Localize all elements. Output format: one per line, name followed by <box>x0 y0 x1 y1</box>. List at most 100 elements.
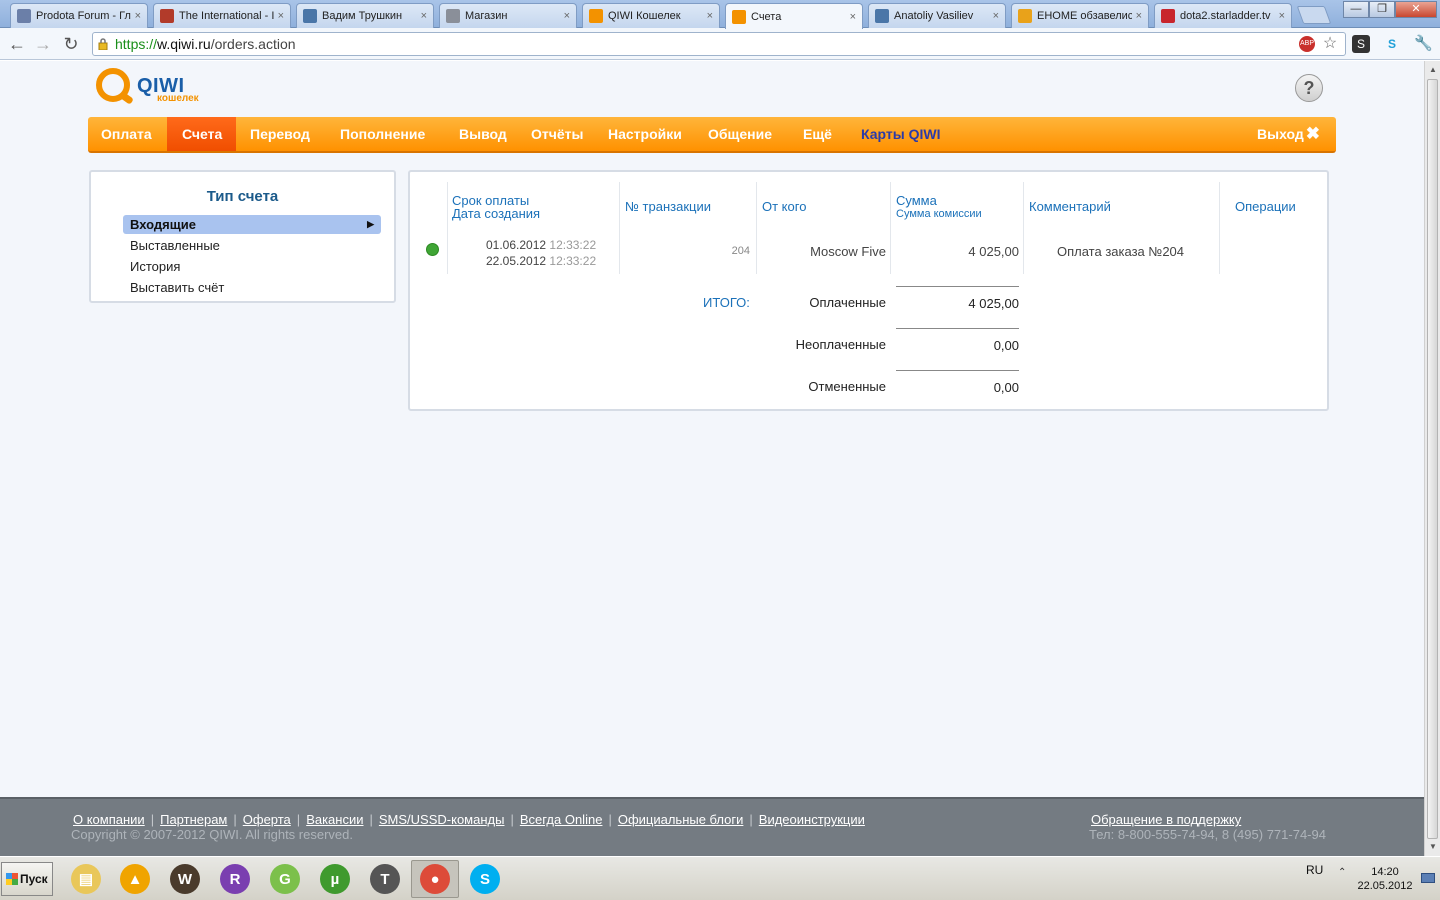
new-tab-button[interactable] <box>1296 6 1332 24</box>
skype-extension-icon[interactable]: S <box>1383 35 1401 53</box>
taskbar-app-button[interactable]: ▲ <box>111 860 159 898</box>
tab-close-icon[interactable]: × <box>850 11 856 23</box>
show-desktop-icon[interactable] <box>1421 873 1435 883</box>
created-date: 22.05.2012 <box>486 254 547 268</box>
column-divider <box>1219 182 1220 274</box>
footer-link-partners[interactable]: Партнерам <box>160 812 227 827</box>
menu-item-transfer[interactable]: Перевод <box>237 117 323 151</box>
page-scrollbar[interactable]: ▲ ▼ <box>1424 61 1440 856</box>
tab-close-icon[interactable]: × <box>707 10 713 22</box>
header-from[interactable]: От кого <box>762 200 806 213</box>
header-comment[interactable]: Комментарий <box>1029 200 1111 213</box>
browser-tab[interactable]: dota2.starladder.tv × <box>1154 3 1292 28</box>
taskbar-app-button[interactable]: G <box>261 860 309 898</box>
main-menu: Оплата Счета Перевод Пополнение Вывод От… <box>88 117 1336 153</box>
forward-arrow-icon[interactable]: → <box>32 33 54 55</box>
menu-item-topup[interactable]: Пополнение <box>327 117 438 151</box>
browser-tab-title: Магазин <box>465 10 508 22</box>
menu-item-withdraw[interactable]: Вывод <box>446 117 520 151</box>
tab-close-icon[interactable]: × <box>1279 10 1285 22</box>
taskbar-app-button[interactable]: T <box>361 860 409 898</box>
support-link[interactable]: Обращение в поддержку <box>1091 812 1241 827</box>
maximize-button[interactable]: ❐ <box>1369 1 1395 18</box>
header-transaction[interactable]: № транзакции <box>625 200 711 213</box>
tab-close-icon[interactable]: × <box>421 10 427 22</box>
tab-close-icon[interactable]: × <box>135 10 141 22</box>
footer-link-offer[interactable]: Оферта <box>243 812 291 827</box>
sidebar-item-create-invoice[interactable]: Выставить счёт <box>123 278 381 297</box>
menu-item-settings[interactable]: Настройки <box>595 117 695 151</box>
help-icon[interactable]: ? <box>1295 74 1323 102</box>
browser-tab-title: Prodota Forum - Гл <box>36 10 131 22</box>
bookmark-star-icon[interactable]: ☆ <box>1321 35 1339 53</box>
world-of-tanks-icon: T <box>370 864 400 894</box>
header-operations[interactable]: Операции <box>1235 200 1296 213</box>
qiwi-logo[interactable]: QIWI кошелек <box>96 68 206 104</box>
footer-link-blogs[interactable]: Официальные блоги <box>618 812 744 827</box>
menu-item-more[interactable]: Ещё <box>790 117 845 151</box>
totals-unpaid-label: Неоплаченные <box>795 337 886 352</box>
scroll-thumb[interactable] <box>1427 79 1438 839</box>
tab-close-icon[interactable]: × <box>1136 10 1142 22</box>
sidebar-item-incoming[interactable]: Входящие ▶ <box>123 215 381 234</box>
site-footer: О компании | Партнерам | Оферта | Вакансии | SMS… <box>0 797 1424 856</box>
extension-icon[interactable]: S <box>1352 35 1370 53</box>
tab-close-icon[interactable]: × <box>278 10 284 22</box>
scroll-up-icon[interactable]: ▲ <box>1427 63 1439 77</box>
start-button[interactable]: Пуск <box>1 862 53 896</box>
menu-item-payment[interactable]: Оплата <box>88 117 165 151</box>
wrench-icon[interactable]: 🔧 <box>1414 35 1433 53</box>
footer-link-video-guides[interactable]: Видеоинструкции <box>759 812 865 827</box>
sidebar-item-history[interactable]: История <box>123 257 381 276</box>
browser-tab[interactable]: Вадим Трушкин × <box>296 3 434 28</box>
taskbar-app-button[interactable]: W <box>161 860 209 898</box>
header-created-date-label: Дата создания <box>452 206 541 221</box>
adblock-icon[interactable]: ABP <box>1299 36 1315 52</box>
comment-text: Оплата заказа №204 <box>1057 244 1185 259</box>
totals-divider <box>896 370 1019 371</box>
footer-link-sms-ussd[interactable]: SMS/USSD-команды <box>379 812 505 827</box>
amount-value: 4 025,00 <box>968 244 1019 259</box>
logout-button[interactable]: Выход ✖ <box>1244 117 1333 151</box>
browser-tab[interactable]: Anatoliy Vasiliev × <box>868 3 1006 28</box>
taskbar-app-button[interactable]: R <box>211 860 259 898</box>
footer-link-about[interactable]: О компании <box>73 812 145 827</box>
menu-item-qiwi-cards[interactable]: Карты QIWI <box>848 117 953 151</box>
browser-tab[interactable]: The International - I × <box>153 3 291 28</box>
footer-link-vacancies[interactable]: Вакансии <box>306 812 363 827</box>
utorrent-icon: µ <box>320 864 350 894</box>
sidebar-item-issued[interactable]: Выставленные <box>123 236 381 255</box>
browser-tab[interactable]: EHOME обзавелись × <box>1011 3 1149 28</box>
taskbar-app-button[interactable]: µ <box>311 860 359 898</box>
taskbar-app-button[interactable]: ● <box>411 860 459 898</box>
menu-item-reports[interactable]: Отчёты <box>518 117 596 151</box>
minimize-button[interactable]: — <box>1343 1 1369 18</box>
menu-item-communication[interactable]: Общение <box>695 117 785 151</box>
menu-item-invoices[interactable]: Счета <box>167 117 237 151</box>
browser-toolbar: ← → ↻ https://w.qiwi.ru/orders.action AB… <box>0 28 1440 60</box>
taskbar-app-button[interactable]: S <box>461 860 509 898</box>
language-indicator[interactable]: RU <box>1306 863 1323 877</box>
url-host: w.qiwi.ru <box>157 36 211 52</box>
reload-icon[interactable]: ↻ <box>60 33 82 55</box>
back-arrow-icon[interactable]: ← <box>6 33 28 55</box>
column-divider <box>619 182 620 274</box>
system-clock[interactable]: 14:20 22.05.2012 <box>1353 865 1417 893</box>
invoice-type-panel: Тип счета Входящие ▶ Выставленные Истори… <box>89 170 396 303</box>
tab-close-icon[interactable]: × <box>993 10 999 22</box>
header-due-date[interactable]: Срок оплаты Дата создания <box>452 194 540 220</box>
support-phone: Тел: 8-800-555-74-94, 8 (495) 771-74-94 <box>1089 827 1326 842</box>
browser-tab[interactable]: Prodota Forum - Гл × <box>10 3 148 28</box>
taskbar-app-button[interactable]: ▤ <box>62 860 110 898</box>
tray-expand-icon[interactable]: ⌃ <box>1338 867 1346 878</box>
address-bar[interactable]: https://w.qiwi.ru/orders.action <box>92 32 1346 56</box>
browser-tab[interactable]: QIWI Кошелек × <box>582 3 720 28</box>
browser-tab[interactable]: Счета × <box>725 3 863 29</box>
footer-link-always-online[interactable]: Всегда Online <box>520 812 603 827</box>
close-window-button[interactable]: ✕ <box>1395 1 1437 18</box>
header-amount[interactable]: Сумма Сумма комиссии <box>896 194 982 221</box>
tab-close-icon[interactable]: × <box>564 10 570 22</box>
browser-tab[interactable]: Магазин × <box>439 3 577 28</box>
dota2-icon <box>160 9 174 23</box>
scroll-down-icon[interactable]: ▼ <box>1427 840 1439 854</box>
